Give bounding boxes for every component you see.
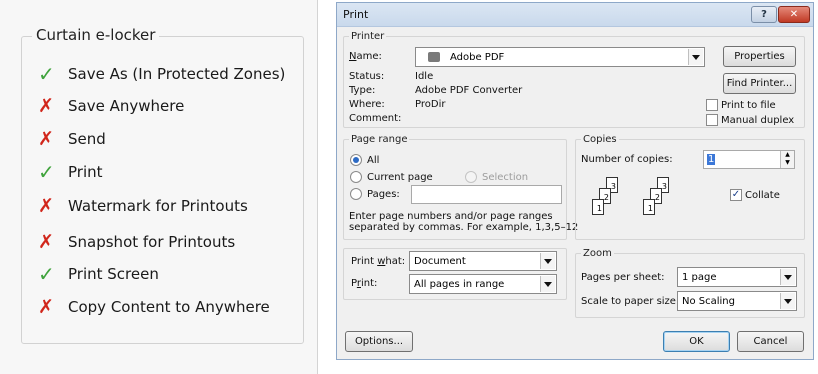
printer-where-label: Where: — [349, 99, 385, 110]
chevron-down-icon — [780, 293, 795, 309]
manual-duplex-checkbox[interactable] — [706, 114, 718, 126]
all-pages-radio[interactable] — [350, 154, 362, 166]
printer-comment-label: Comment: — [349, 113, 402, 124]
printer-name-label: Name: — [349, 51, 382, 62]
cross-icon: ✗ — [38, 195, 54, 217]
page-range-hint-line2: separated by commas. For example, 1,3,5–… — [349, 222, 579, 233]
print-to-file-checkbox[interactable] — [706, 99, 718, 111]
dialog-title: Print — [343, 8, 369, 21]
selection-radio[interactable] — [465, 171, 477, 183]
pages-per-sheet-value: 1 page — [682, 272, 717, 283]
printer-where-value: ProDir — [415, 99, 446, 110]
permission-label: Send — [68, 130, 106, 148]
cancel-button-label: Cancel — [753, 336, 788, 347]
printer-name-select[interactable]: Adobe PDF — [415, 47, 705, 67]
chevron-down-icon — [540, 253, 555, 269]
number-of-copies-label: Number of copies: — [581, 154, 673, 165]
options-button[interactable]: Options... — [345, 331, 413, 352]
page-thumbnail: 1 — [643, 199, 655, 215]
pages-radio[interactable] — [350, 188, 362, 200]
title-bar[interactable]: Print ? ✕ — [337, 3, 813, 27]
find-printer-button-label: Find Printer... — [726, 78, 793, 89]
pages-per-sheet-select[interactable]: 1 page — [677, 267, 797, 287]
printer-type-label: Type: — [349, 85, 376, 96]
manual-duplex-label: Manual duplex — [721, 115, 795, 126]
printer-status-value: Idle — [415, 71, 434, 82]
permission-item-watermark: ✗ Watermark for Printouts — [38, 195, 248, 217]
pages-input[interactable] — [411, 185, 562, 204]
print-label: Print: — [351, 278, 378, 289]
print-what-label: Print what: — [351, 256, 406, 267]
pages-per-sheet-label: Pages per sheet: — [581, 272, 665, 283]
print-to-file-label: Print to file — [721, 100, 776, 111]
spin-arrows-icon[interactable]: ▲ ▼ — [780, 151, 794, 168]
scale-to-paper-label: Scale to paper size: — [581, 296, 680, 307]
permission-item-print-screen: ✓ Print Screen — [38, 263, 159, 285]
permission-label: Print — [68, 163, 103, 181]
cancel-button[interactable]: Cancel — [737, 331, 804, 352]
ok-button[interactable]: OK — [663, 331, 730, 352]
zoom-legend: Zoom — [583, 248, 612, 259]
copies-stepper[interactable]: 1 ▲ ▼ — [703, 150, 795, 169]
page-range-legend: Page range — [351, 134, 408, 145]
close-button[interactable]: ✕ — [778, 6, 810, 23]
printer-type-value: Adobe PDF Converter — [415, 85, 523, 96]
check-icon: ✓ — [38, 262, 55, 286]
permission-label: Print Screen — [68, 265, 159, 283]
permission-item-save-anywhere: ✗ Save Anywhere — [38, 95, 184, 117]
print-what-select[interactable]: Document — [409, 251, 557, 271]
collate-label: Collate — [745, 190, 780, 201]
e-locker-panel: Curtain e-locker ✓ Save As (In Protected… — [0, 0, 318, 374]
e-locker-title: Curtain e-locker — [32, 26, 160, 44]
print-value: All pages in range — [414, 279, 505, 290]
cross-icon: ✗ — [38, 231, 54, 253]
printer-icon — [428, 52, 440, 62]
scale-to-paper-value: No Scaling — [682, 296, 735, 307]
print-select[interactable]: All pages in range — [409, 274, 557, 294]
properties-button[interactable]: Properties — [723, 46, 796, 67]
options-button-label: Options... — [354, 336, 404, 347]
permission-item-copy-content: ✗ Copy Content to Anywhere — [38, 296, 270, 318]
scale-to-paper-select[interactable]: No Scaling — [677, 291, 797, 311]
copies-legend: Copies — [583, 134, 617, 145]
all-pages-label: All — [367, 155, 380, 166]
printer-status-label: Status: — [349, 71, 385, 82]
printer-group-legend: Printer — [351, 31, 385, 42]
properties-button-label: Properties — [734, 51, 785, 62]
current-page-radio[interactable] — [350, 171, 362, 183]
current-page-label: Current page — [367, 172, 433, 183]
chevron-down-icon — [688, 49, 703, 65]
cross-icon: ✗ — [38, 128, 54, 150]
ok-button-label: OK — [689, 336, 704, 347]
pages-label: Pages: — [367, 189, 400, 200]
collate-checkbox[interactable]: ✓ — [730, 189, 742, 201]
permission-label: Save Anywhere — [68, 97, 185, 115]
help-button[interactable]: ? — [751, 6, 777, 23]
check-icon: ✓ — [38, 160, 55, 184]
printer-name-value: Adobe PDF — [450, 52, 505, 63]
chevron-down-icon — [780, 269, 795, 285]
permission-label: Watermark for Printouts — [68, 197, 248, 215]
find-printer-button[interactable]: Find Printer... — [723, 73, 796, 94]
print-what-value: Document — [414, 256, 466, 267]
chevron-down-icon — [540, 276, 555, 292]
check-icon: ✓ — [38, 62, 55, 86]
print-dialog: Print ? ✕ Printer Name: Adobe PDF Proper… — [336, 2, 814, 360]
permission-item-send: ✗ Send — [38, 128, 106, 150]
permission-item-save-as: ✓ Save As (In Protected Zones) — [38, 63, 285, 85]
permission-item-print: ✓ Print — [38, 161, 103, 183]
permission-label: Copy Content to Anywhere — [68, 298, 270, 316]
copies-value: 1 — [707, 154, 716, 165]
selection-label: Selection — [482, 172, 529, 183]
cross-icon: ✗ — [38, 95, 54, 117]
permission-label: Save As (In Protected Zones) — [68, 65, 286, 83]
page-range-hint-line1: Enter page numbers and/or page ranges — [349, 211, 553, 222]
permission-item-snapshot: ✗ Snapshot for Printouts — [38, 231, 235, 253]
cross-icon: ✗ — [38, 296, 54, 318]
permission-label: Snapshot for Printouts — [68, 233, 236, 251]
page-thumbnail: 1 — [592, 199, 604, 215]
